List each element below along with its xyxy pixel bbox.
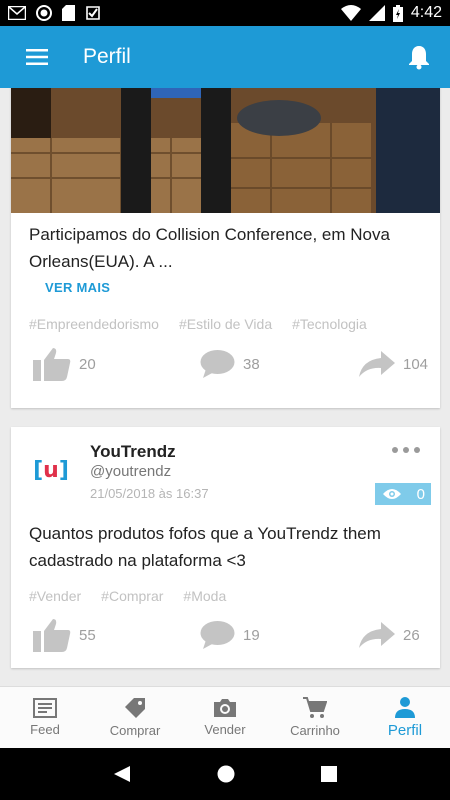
comment-count: 38 — [243, 355, 260, 373]
comment-button[interactable]: 38 — [200, 349, 260, 379]
comment-count: 19 — [243, 626, 260, 644]
more-options-button[interactable] — [392, 437, 420, 458]
nav-item-perfil[interactable]: Perfil — [360, 687, 450, 748]
share-icon — [359, 351, 395, 377]
author-avatar[interactable]: [u] — [31, 453, 71, 487]
like-button[interactable]: 55 — [33, 618, 96, 652]
post-card: Participamos do Collision Conference, em… — [11, 88, 440, 408]
author-handle: @youtrendz — [90, 463, 172, 480]
signal-icon — [368, 5, 385, 21]
like-count: 55 — [79, 626, 96, 644]
nav-label: Comprar — [109, 723, 161, 738]
post-tags: #Vender #Comprar #Moda — [29, 588, 246, 604]
nav-item-comprar[interactable]: Comprar — [90, 687, 180, 748]
eye-icon — [383, 489, 401, 499]
views-badge: 0 — [375, 483, 431, 505]
wifi-icon — [340, 5, 361, 21]
person-icon — [395, 697, 415, 718]
post-card: [u] YouTrendz @youtrendz 21/05/2018 às 1… — [11, 427, 440, 668]
tag[interactable]: #Vender — [29, 588, 81, 604]
menu-button[interactable] — [0, 26, 74, 88]
comment-icon — [200, 350, 235, 378]
notifications-button[interactable] — [388, 26, 450, 88]
share-count: 26 — [403, 626, 420, 644]
post-image[interactable] — [11, 88, 440, 213]
camera-icon — [214, 699, 236, 717]
views-count: 0 — [416, 485, 425, 503]
system-nav-bar — [0, 748, 450, 800]
check-icon — [86, 6, 100, 20]
app-bar: Perfil — [0, 26, 450, 88]
nav-item-carrinho[interactable]: Carrinho — [270, 687, 360, 748]
home-icon[interactable] — [217, 765, 235, 783]
post-text: Participamos do Collision Conference, em… — [29, 225, 390, 271]
cart-icon — [303, 697, 327, 718]
post-date: 21/05/2018 às 16:37 — [90, 486, 209, 501]
feed-content[interactable]: Participamos do Collision Conference, em… — [0, 88, 450, 686]
tag-icon — [125, 698, 145, 718]
nav-label: Feed — [30, 722, 60, 737]
nav-item-feed[interactable]: Feed — [0, 687, 90, 748]
menu-icon — [26, 49, 48, 65]
tag[interactable]: #Tecnologia — [292, 316, 367, 332]
status-time: 4:42 — [410, 4, 442, 21]
nav-label: Carrinho — [290, 723, 340, 738]
tag[interactable]: #Comprar — [101, 588, 163, 604]
post-actions: 55 19 26 — [11, 615, 440, 655]
post-actions: 20 38 104 — [11, 342, 440, 382]
author-name[interactable]: YouTrendz — [90, 442, 176, 462]
like-count: 20 — [79, 355, 96, 373]
battery-icon — [392, 4, 403, 22]
tag[interactable]: #Empreendedorismo — [29, 316, 159, 332]
gmail-icon — [8, 6, 26, 20]
nav-item-vender[interactable]: Vender — [180, 687, 270, 748]
record-icon — [36, 5, 52, 21]
thumbs-up-icon — [33, 348, 71, 381]
share-button[interactable]: 26 — [359, 622, 420, 648]
more-horizontal-icon — [392, 447, 420, 453]
feed-icon — [33, 698, 57, 718]
see-more-link[interactable]: VER MAIS — [45, 280, 110, 295]
back-icon[interactable] — [113, 765, 131, 783]
nav-label: Vender — [204, 722, 246, 737]
comment-button[interactable]: 19 — [200, 620, 260, 650]
post-tags: #Empreendedorismo #Estilo de Vida #Tecno… — [29, 316, 387, 332]
share-count: 104 — [403, 355, 429, 373]
page-title: Perfil — [83, 45, 131, 68]
tag[interactable]: #Moda — [183, 588, 226, 604]
comment-icon — [200, 621, 235, 649]
sd-card-icon — [62, 5, 75, 21]
share-icon — [359, 622, 395, 648]
tag[interactable]: #Estilo de Vida — [179, 316, 272, 332]
recents-icon[interactable] — [321, 766, 337, 782]
bell-icon — [409, 46, 429, 70]
status-bar: 4:42 — [0, 0, 450, 26]
bottom-nav: Feed Comprar Vender Carrinho Perfil — [0, 686, 450, 748]
nav-label: Perfil — [387, 722, 423, 739]
share-button[interactable]: 104 — [359, 351, 428, 377]
post-text: Quantos produtos fofos que a YouTrendz t… — [29, 524, 381, 570]
thumbs-up-icon — [33, 619, 71, 652]
like-button[interactable]: 20 — [33, 347, 96, 381]
